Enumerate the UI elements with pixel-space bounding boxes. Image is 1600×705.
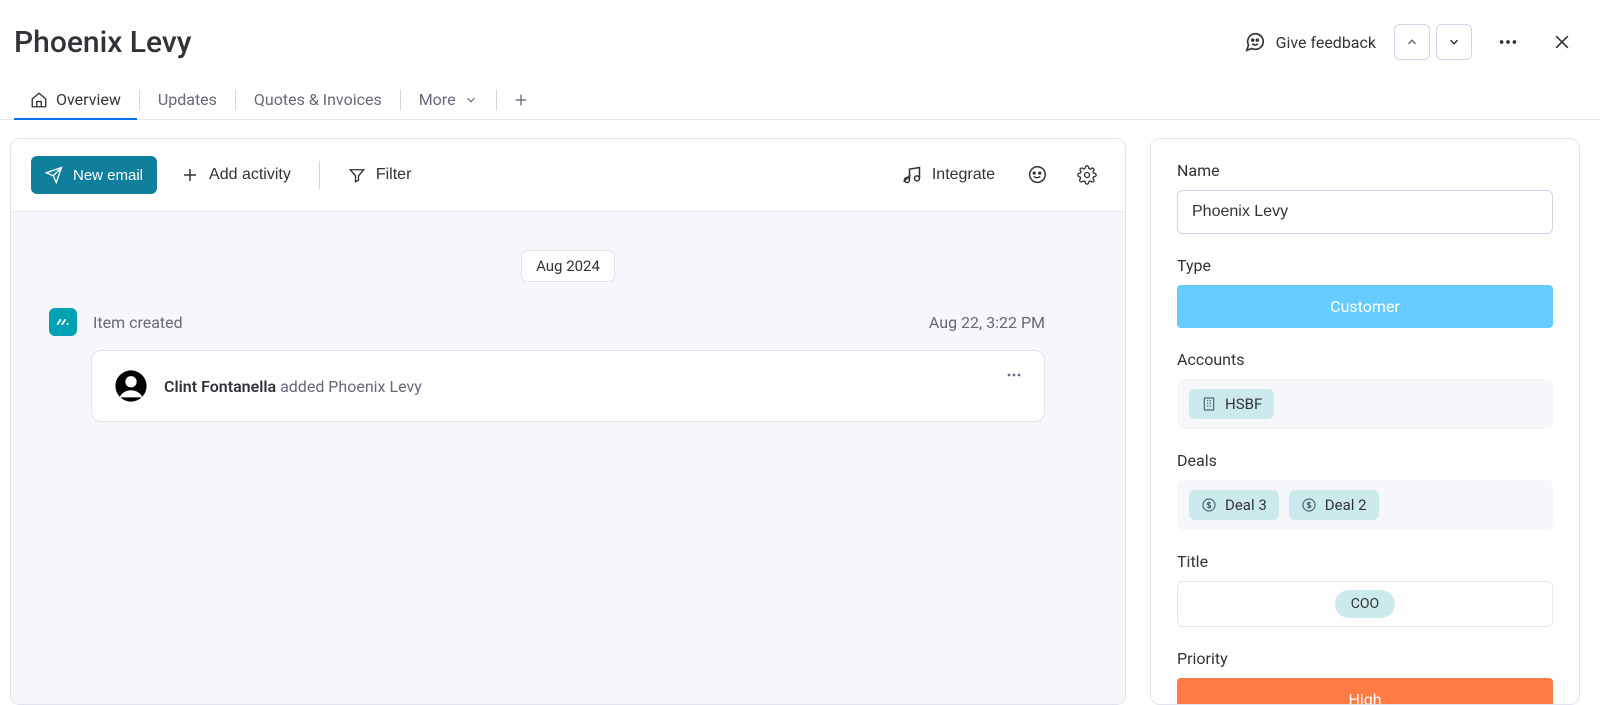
- add-tab-button[interactable]: [505, 84, 537, 116]
- ai-chat-icon-button[interactable]: [1019, 157, 1055, 193]
- timeline-event-label: Item created: [93, 313, 913, 332]
- tab-separator: [139, 90, 140, 110]
- integrate-button[interactable]: Integrate: [892, 155, 1005, 195]
- chevron-down-icon: [464, 93, 478, 107]
- dots-horizontal-icon: [1004, 365, 1024, 385]
- next-item-button[interactable]: [1436, 24, 1472, 60]
- chip-label: HSBF: [1225, 395, 1262, 413]
- plus-icon: [513, 92, 529, 108]
- activity-panel: New email Add activity Filter Int: [10, 138, 1126, 705]
- avatar: [114, 369, 148, 403]
- timeline-event-time: Aug 22, 3:22 PM: [929, 313, 1045, 332]
- accounts-label: Accounts: [1177, 350, 1553, 369]
- name-input[interactable]: [1177, 190, 1553, 234]
- prev-item-button[interactable]: [1394, 24, 1430, 60]
- chip-label: Deal 3: [1225, 496, 1267, 514]
- event-actor: Clint Fontanella: [164, 377, 276, 396]
- button-label: New email: [73, 167, 143, 184]
- timeline-date-header: Aug 2024: [521, 250, 615, 282]
- button-label: Add activity: [209, 166, 291, 184]
- type-value[interactable]: Customer: [1177, 285, 1553, 328]
- button-label: Integrate: [932, 166, 995, 184]
- tab-updates[interactable]: Updates: [142, 80, 233, 119]
- integrate-icon: [902, 165, 922, 185]
- tab-bar: Overview Updates Quotes & Invoices More: [0, 80, 1600, 120]
- timeline-event-card: Clint Fontanella added Phoenix Levy: [91, 350, 1045, 422]
- dots-horizontal-icon: [1497, 31, 1519, 53]
- activity-timeline: Aug 2024 Item created Aug 22, 3:22 PM Cl…: [11, 212, 1125, 704]
- activity-toolbar: New email Add activity Filter Int: [11, 139, 1125, 212]
- filter-icon: [348, 166, 366, 184]
- chat-smile-icon: [1026, 164, 1048, 186]
- building-icon: [1201, 396, 1217, 412]
- timeline-event-header: Item created Aug 22, 3:22 PM: [49, 308, 1045, 336]
- tab-more[interactable]: More: [403, 80, 494, 119]
- tab-label: Quotes & Invoices: [254, 90, 382, 109]
- give-feedback-button[interactable]: Give feedback: [1244, 31, 1376, 53]
- paper-plane-icon: [45, 166, 63, 184]
- chevron-down-icon: [1447, 35, 1461, 49]
- dollar-icon: [1201, 497, 1217, 513]
- home-icon: [30, 91, 48, 109]
- filter-button[interactable]: Filter: [338, 156, 422, 194]
- plus-icon: [181, 166, 199, 184]
- button-label: Filter: [376, 166, 412, 184]
- feedback-label: Give feedback: [1276, 33, 1376, 52]
- deal-chip[interactable]: Deal 3: [1189, 490, 1279, 520]
- timeline-event-text: Clint Fontanella added Phoenix Levy: [164, 377, 422, 396]
- chevron-up-icon: [1405, 35, 1419, 49]
- details-panel: Name Type Customer Accounts HSBF Deals: [1150, 138, 1580, 705]
- tab-label: More: [419, 90, 456, 109]
- tab-overview[interactable]: Overview: [14, 80, 137, 119]
- tab-separator: [400, 90, 401, 110]
- page-title: Phoenix Levy: [14, 25, 191, 60]
- dollar-icon: [1301, 497, 1317, 513]
- more-options-button[interactable]: [1490, 24, 1526, 60]
- close-icon: [1552, 32, 1572, 52]
- deal-chip[interactable]: Deal 2: [1289, 490, 1379, 520]
- tab-label: Updates: [158, 90, 217, 109]
- tab-separator: [496, 90, 497, 110]
- event-action: added Phoenix Levy: [276, 377, 422, 396]
- name-label: Name: [1177, 161, 1553, 180]
- close-button[interactable]: [1544, 24, 1580, 60]
- type-label: Type: [1177, 256, 1553, 275]
- tab-separator: [235, 90, 236, 110]
- tab-quotes-invoices[interactable]: Quotes & Invoices: [238, 80, 398, 119]
- chip-label: Deal 2: [1325, 496, 1367, 514]
- gear-icon: [1077, 165, 1097, 185]
- title-chip: COO: [1335, 590, 1395, 618]
- priority-value[interactable]: High: [1177, 678, 1553, 705]
- priority-label: Priority: [1177, 649, 1553, 668]
- feedback-icon: [1244, 31, 1266, 53]
- toolbar-separator: [319, 161, 320, 189]
- event-card-menu-button[interactable]: [1004, 365, 1024, 385]
- title-field[interactable]: COO: [1177, 581, 1553, 627]
- account-chip[interactable]: HSBF: [1189, 389, 1274, 419]
- tab-label: Overview: [56, 90, 121, 109]
- settings-button[interactable]: [1069, 157, 1105, 193]
- deals-field[interactable]: Deal 3 Deal 2: [1177, 480, 1553, 530]
- add-activity-button[interactable]: Add activity: [171, 156, 301, 194]
- title-label: Title: [1177, 552, 1553, 571]
- accounts-field[interactable]: HSBF: [1177, 379, 1553, 429]
- deals-label: Deals: [1177, 451, 1553, 470]
- new-email-button[interactable]: New email: [31, 156, 157, 194]
- monday-logo-icon: [49, 308, 77, 336]
